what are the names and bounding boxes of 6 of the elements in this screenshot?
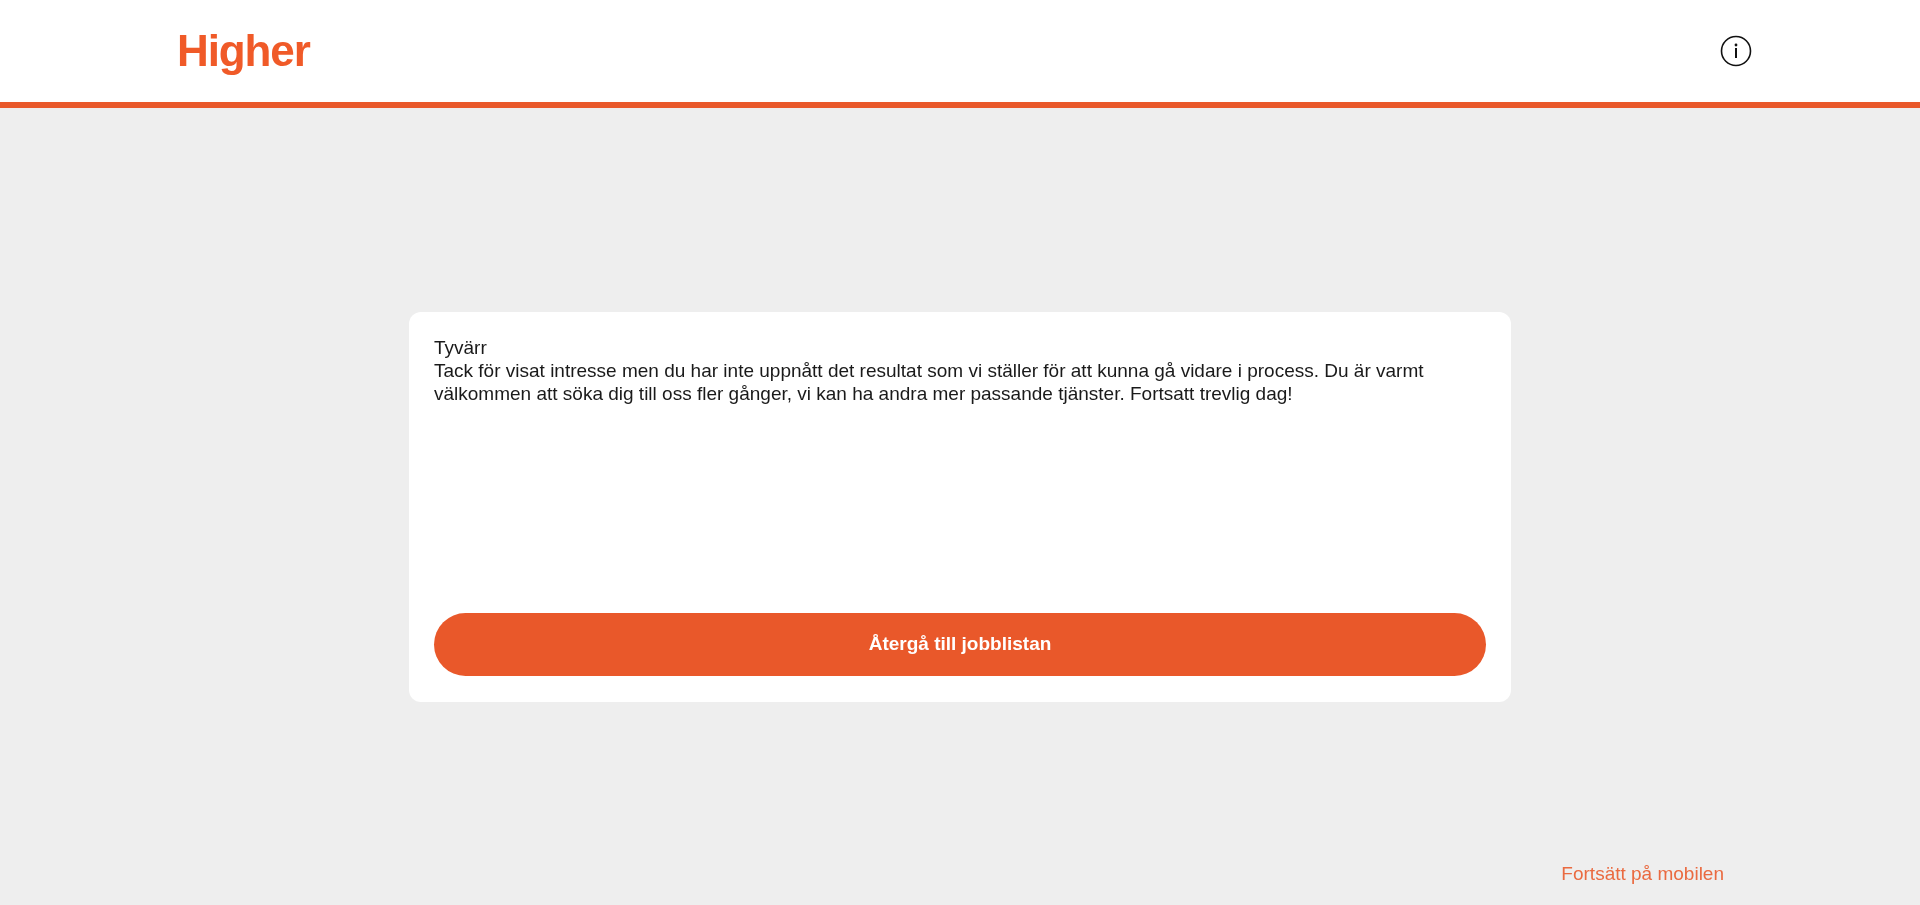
continue-on-mobile-link[interactable]: Fortsätt på mobilen: [1561, 860, 1724, 889]
info-icon[interactable]: [1720, 35, 1752, 67]
return-button[interactable]: Återgå till jobblistan: [434, 613, 1486, 676]
card-title: Tyvärr: [434, 336, 488, 359]
message-text: Tack för visat intresse men du har inte uppnått det resultat som vi ställer för att kunna gå vidare i process. Du är varmt välkommen att söka dig till oss fler gånger, vi kan ha andra mer passande tjänster. Fortsatt trevlig dag!: [434, 359, 1425, 405]
logo[interactable]: Higher: [177, 29, 310, 73]
